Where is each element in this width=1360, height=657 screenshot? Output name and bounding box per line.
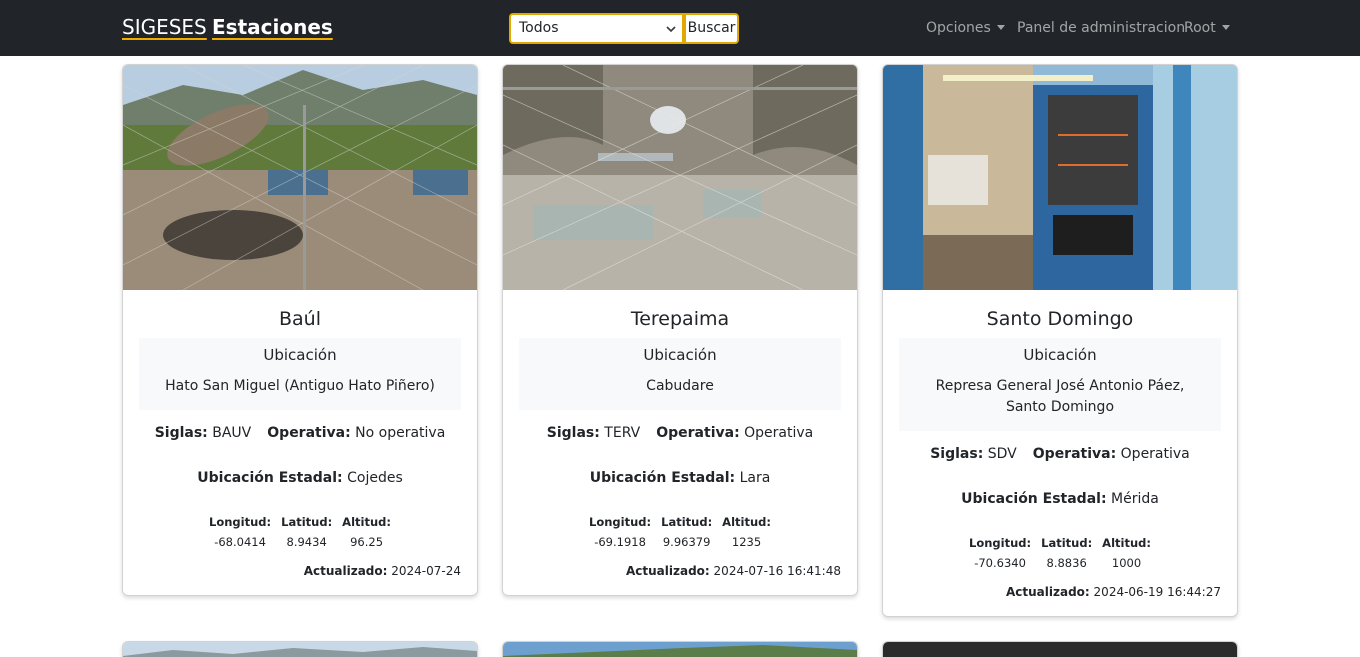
station-card: Terepaima Ubicación Cabudare Siglas: TER… [502, 64, 858, 596]
estado-value: Lara [739, 470, 771, 486]
altitud-label: Altitud: [342, 515, 391, 529]
updated-label: Actualizado: [1006, 585, 1090, 599]
station-card: Baúl Ubicación Hato San Miguel (Antiguo … [122, 64, 478, 596]
updated-label: Actualizado: [303, 564, 388, 578]
station-photo [123, 65, 477, 290]
siglas-value: BAUV [212, 425, 252, 441]
latitud-label: Latitud: [281, 515, 333, 529]
coordinates: Longitud: -68.0414 Latitud: 8.9434 Altitud… [123, 515, 477, 549]
siglas-value: SDV [987, 446, 1017, 462]
latitud-value: 8.8836 [1046, 556, 1087, 570]
station-photo [503, 642, 857, 657]
siglas-label: Siglas: [154, 425, 208, 441]
updated-label: Actualizado: [626, 564, 710, 578]
location-text: Hato San Miguel (Antiguo Hato Piñero) [165, 378, 435, 394]
operativa-label: Operativa: [656, 425, 740, 441]
user-dropdown[interactable]: Root [1184, 20, 1230, 36]
estado-line: Ubicación Estadal: Mérida [883, 491, 1237, 507]
estado-label: Ubicación Estadal: [589, 470, 736, 486]
coordinates: Longitud: -69.1918 Latitud: 9.96379 Altitu… [503, 515, 857, 549]
latitud-value: 8.9434 [286, 535, 327, 549]
location-heading: Ubicación [1023, 346, 1097, 364]
station-card [122, 641, 478, 657]
chevron-down-icon [666, 26, 676, 33]
station-card: Santo Domingo Ubicación Represa General … [882, 64, 1238, 617]
latitud-label: Latitud: [1041, 536, 1093, 550]
altitud-label: Altitud: [1102, 536, 1151, 550]
siglas-label: Siglas: [930, 446, 984, 462]
estado-line: Ubicación Estadal: Lara [503, 470, 857, 486]
updated-line: Actualizado: 2024-06-19 16:44:27 [1006, 585, 1221, 599]
location-box: Ubicación Represa General José Antonio P… [899, 338, 1221, 431]
longitud-label: Longitud: [589, 515, 652, 529]
altitud-value: 1235 [731, 535, 762, 549]
altitud-label: Altitud: [722, 515, 771, 529]
caret-down-icon [996, 25, 1005, 30]
longitud-value: -68.0414 [214, 535, 266, 549]
section-link[interactable]: Estaciones [212, 15, 333, 39]
user-label: Root [1184, 20, 1216, 36]
options-label: Opciones [926, 20, 991, 36]
caret-down-icon [1221, 25, 1230, 30]
longitud-label: Longitud: [209, 515, 272, 529]
updated-value: 2024-06-19 16:44:27 [1093, 585, 1221, 599]
station-photo [883, 642, 1237, 657]
filter-selected-value: Todos [519, 20, 559, 36]
updated-value: 2024-07-24 [391, 564, 461, 578]
options-dropdown[interactable]: Opciones [926, 20, 1005, 36]
brand-link[interactable]: SIGESES [122, 15, 207, 39]
location-heading: Ubicación [263, 346, 337, 364]
operativa-value: Operativa [1120, 446, 1190, 462]
longitud-value: -69.1918 [594, 535, 646, 549]
station-photo [123, 642, 477, 657]
siglas-line: Siglas: SDV Operativa: Operativa [883, 446, 1237, 462]
siglas-line: Siglas: BAUV Operativa: No operativa [123, 425, 477, 441]
location-box: Ubicación Cabudare [519, 338, 841, 410]
siglas-line: Siglas: TERV Operativa: Operativa [503, 425, 857, 441]
altitud-value: 96.25 [350, 535, 384, 549]
estado-label: Ubicación Estadal: [197, 470, 343, 486]
updated-line: Actualizado: 2024-07-24 [304, 564, 461, 578]
station-name: Baúl [279, 308, 321, 330]
estado-line: Ubicación Estadal: Cojedes [123, 470, 477, 486]
station-card [882, 641, 1238, 657]
latitud-value: 9.96379 [662, 535, 711, 549]
updated-line: Actualizado: 2024-07-16 16:41:48 [626, 564, 841, 578]
station-photo [883, 65, 1237, 290]
siglas-label: Siglas: [546, 425, 600, 441]
coordinates: Longitud: -70.6340 Latitud: 8.8836 Altitud… [883, 536, 1237, 570]
siglas-value: TERV [604, 425, 641, 441]
station-card [502, 641, 858, 657]
location-box: Ubicación Hato San Miguel (Antiguo Hato … [139, 338, 461, 410]
station-name: Santo Domingo [986, 308, 1134, 330]
updated-value: 2024-07-16 16:41:48 [713, 564, 841, 578]
estado-value: Mérida [1111, 491, 1159, 507]
operativa-value: No operativa [355, 425, 446, 441]
longitud-value: -70.6340 [974, 556, 1026, 570]
search-button[interactable]: Buscar [684, 13, 739, 44]
longitud-label: Longitud: [969, 536, 1032, 550]
altitud-value: 1000 [1111, 556, 1142, 570]
station-name: Terepaima [630, 308, 730, 330]
location-text: Represa General José Antonio Páez, Santo… [935, 378, 1185, 415]
operativa-label: Operativa: [267, 425, 351, 441]
operativa-value: Operativa [744, 425, 814, 441]
latitud-label: Latitud: [661, 515, 713, 529]
operativa-label: Operativa: [1032, 446, 1117, 462]
estado-label: Ubicación Estadal: [961, 491, 1107, 507]
admin-panel-link[interactable]: Panel de administracion [1017, 20, 1185, 36]
station-filter-select[interactable]: Todos [509, 13, 684, 44]
location-text: Cabudare [646, 378, 714, 394]
navbar: SIGESES Estaciones Todos Buscar Opciones… [0, 0, 1360, 56]
estado-value: Cojedes [347, 470, 403, 486]
location-heading: Ubicación [643, 346, 717, 364]
station-photo [503, 65, 857, 290]
